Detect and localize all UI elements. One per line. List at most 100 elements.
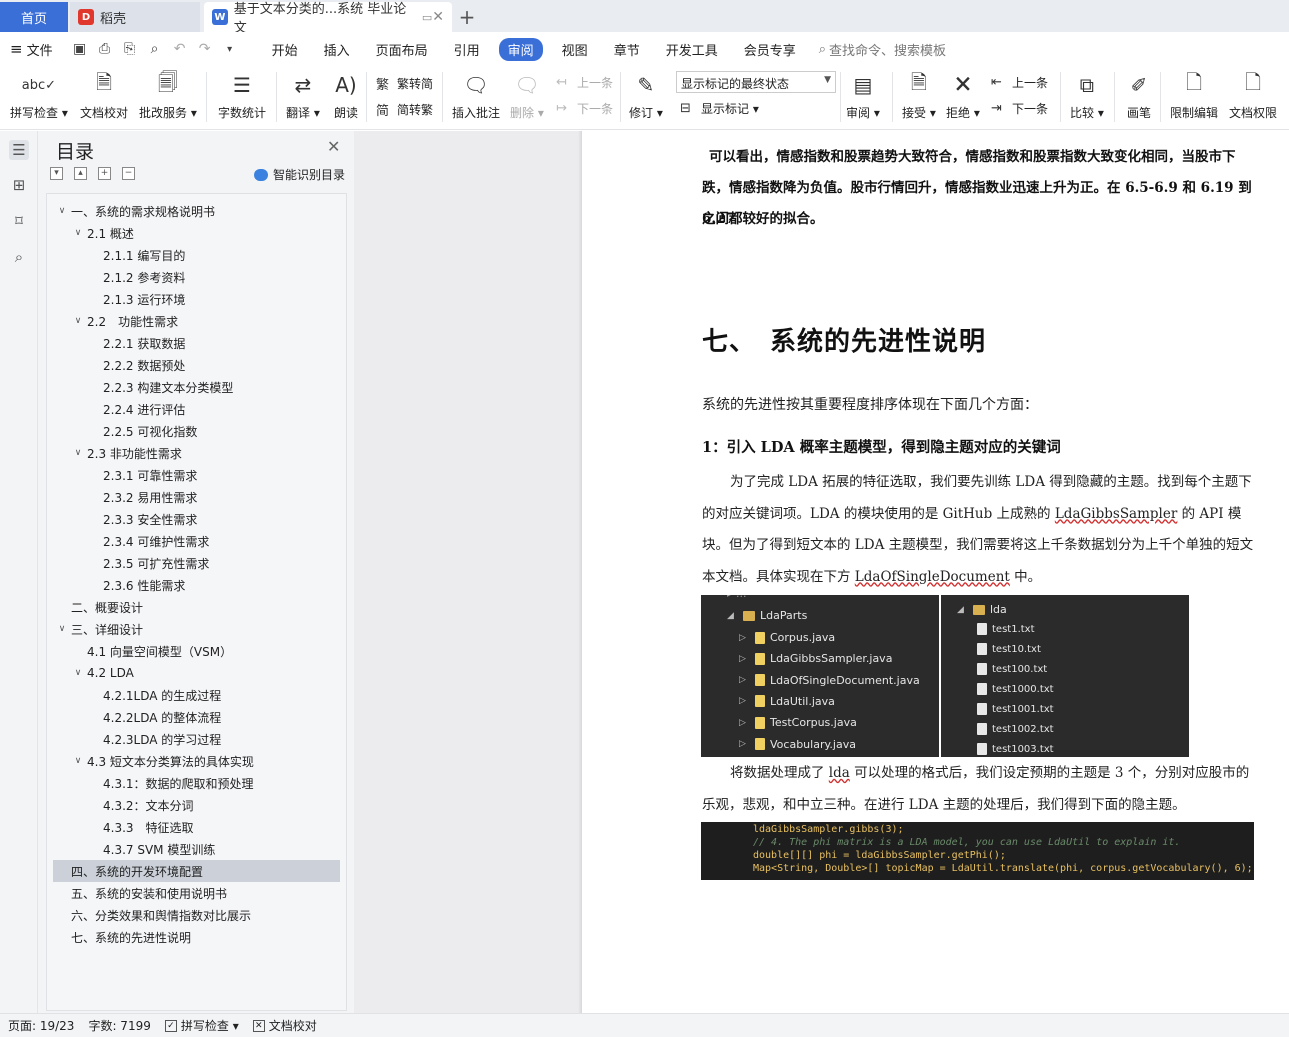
toc-item[interactable]: 七、系统的先进性说明 (47, 926, 346, 948)
tab-home[interactable]: 首页 (0, 2, 68, 32)
export-pdf-icon[interactable]: ⎙ (96, 40, 114, 58)
toc-item[interactable]: 4.3.2：文本分词 (47, 794, 346, 816)
toc-item[interactable]: 4.3.1：数据的爬取和预处理 (47, 772, 346, 794)
chevron-down-icon[interactable]: ∨ (71, 668, 85, 678)
markup-state-select[interactable]: 显示标记的最终状态 ▼ (676, 71, 836, 93)
toc-panel-icon[interactable]: ☰ (9, 140, 29, 160)
status-spell-check[interactable]: ✓ 拼写检查 ▾ (164, 1017, 239, 1034)
toc-item[interactable]: 2.3.5 可扩充性需求 (47, 552, 346, 574)
menu-page-layout[interactable]: 页面布局 (376, 40, 428, 59)
trad-to-simp-button[interactable]: 繁 繁转简 (376, 74, 433, 93)
restrict-edit-button[interactable]: 🗋 限制编辑 (1170, 66, 1218, 121)
file-menu[interactable]: ≡ 文件 (10, 40, 53, 59)
chapter-nav-icon[interactable]: ⊞ (9, 175, 29, 195)
compare-button[interactable]: ⧉ 比较 ▾ (1070, 66, 1104, 121)
accept-button[interactable]: 🗎 接受 ▾ (902, 66, 936, 121)
toc-item[interactable]: 4.2.1LDA 的生成过程 (47, 684, 346, 706)
toc-item[interactable]: 2.3.3 安全性需求 (47, 508, 346, 530)
document-page[interactable]: 可以看出，情感指数和股票趋势大致符合，情感指数和股票指数大致变化相同，当股市下 … (582, 131, 1289, 1013)
reject-button[interactable]: 🗙 拒绝 ▾ (946, 66, 980, 121)
tab-daoke[interactable]: D 稻壳 (70, 2, 200, 32)
prev-comment-button[interactable]: ↤ 上一条 (556, 74, 613, 91)
review-pane-button[interactable]: ▤ 审阅 ▾ (846, 66, 880, 121)
toc-item[interactable]: 4.1 向量空间模型（VSM） (47, 640, 346, 662)
toc-item[interactable]: 四、系统的开发环境配置 (53, 860, 340, 882)
show-markup-button[interactable]: ⊟ 显示标记 ▾ (680, 100, 759, 117)
menu-view[interactable]: 视图 (562, 40, 588, 59)
chevron-down-icon[interactable]: ∨ (55, 624, 69, 634)
chevron-down-icon[interactable]: ∨ (55, 206, 69, 216)
word-count-indicator[interactable]: 字数: 7199 (88, 1017, 150, 1034)
quick-access-dropdown-icon[interactable]: ▾ (221, 40, 239, 58)
tab-document[interactable]: W 基于文本分类的...系统 毕业论文 ▭ ✕ (204, 2, 452, 36)
menu-member[interactable]: 会员专享 (744, 40, 796, 59)
toc-item[interactable]: 2.2.2 数据预处 (47, 354, 346, 376)
toc-item[interactable]: ∨ 三、详细设计 (47, 618, 346, 640)
menu-start[interactable]: 开始 (272, 40, 298, 59)
toc-item[interactable]: 2.3.4 可维护性需求 (47, 530, 346, 552)
find-icon[interactable]: ⌕ (9, 247, 29, 267)
chevron-down-icon[interactable]: ∨ (71, 228, 85, 238)
menu-references[interactable]: 引用 (454, 40, 480, 59)
doc-permission-button[interactable]: 🗋 文档权限 (1229, 66, 1277, 121)
word-count-button[interactable]: ☰ 字数统计 (218, 66, 266, 121)
toc-item[interactable]: 4.3.3 特征选取 (47, 816, 346, 838)
close-icon[interactable]: ✕ (327, 137, 340, 156)
batch-service-button[interactable]: 🗐 批改服务 ▾ (139, 66, 197, 121)
toc-item[interactable]: 五、系统的安装和使用说明书 (47, 882, 346, 904)
toc-item[interactable]: 2.2.1 获取数据 (47, 332, 346, 354)
pen-button[interactable]: ✐ 画笔 (1124, 66, 1154, 121)
translate-button[interactable]: ⇄ 翻译 ▾ (286, 66, 320, 121)
toc-item[interactable]: 六、分类效果和舆情指数对比展示 (47, 904, 346, 926)
status-doc-proof[interactable]: ✕ 文档校对 (252, 1017, 317, 1034)
collapse-all-icon[interactable]: ▾ (50, 167, 63, 180)
chevron-down-icon[interactable]: ∨ (71, 316, 85, 326)
add-tab-button[interactable]: + (452, 2, 482, 32)
smart-toc-button[interactable]: 智能识别目录 (254, 166, 345, 183)
read-aloud-button[interactable]: A) 朗读 (331, 66, 361, 121)
toc-item[interactable]: ∨ 4.2 LDA (47, 662, 346, 684)
delete-comment-button[interactable]: 🗨 删除 ▾ (510, 66, 544, 121)
menu-section[interactable]: 章节 (614, 40, 640, 59)
print-icon[interactable]: ⎘ (121, 40, 139, 58)
prev-change-button[interactable]: ⇤ 上一条 (991, 74, 1048, 91)
menu-developer[interactable]: 开发工具 (666, 40, 718, 59)
add-level-icon[interactable]: + (98, 167, 111, 180)
toc-item[interactable]: 2.3.6 性能需求 (47, 574, 346, 596)
toc-item[interactable]: 2.1.3 运行环境 (47, 288, 346, 310)
expand-all-icon[interactable]: ▴ (74, 167, 87, 180)
toc-item[interactable]: ∨ 2.1 概述 (47, 222, 346, 244)
window-mode-icon[interactable]: ▭ (422, 11, 432, 24)
save-icon[interactable]: ▣ (71, 40, 89, 58)
toc-item[interactable]: 4.2.3LDA 的学习过程 (47, 728, 346, 750)
toc-item[interactable]: 2.3.1 可靠性需求 (47, 464, 346, 486)
toc-item[interactable]: 2.2.3 构建文本分类模型 (47, 376, 346, 398)
toc-item[interactable]: 2.3.2 易用性需求 (47, 486, 346, 508)
toc-item[interactable]: 2.2.5 可视化指数 (47, 420, 346, 442)
next-comment-button[interactable]: ↦ 下一条 (556, 100, 613, 117)
toc-item[interactable]: ∨ 2.2 功能性需求 (47, 310, 346, 332)
doc-proof-button[interactable]: 🗎 文档校对 (80, 66, 128, 121)
next-change-button[interactable]: ⇥ 下一条 (991, 100, 1048, 117)
toc-item[interactable]: ∨ 4.3 短文本分类算法的具体实现 (47, 750, 346, 772)
toc-item[interactable]: ∨ 2.3 非功能性需求 (47, 442, 346, 464)
remove-level-icon[interactable]: − (122, 167, 135, 180)
toc-item[interactable]: 4.3.7 SVM 模型训练 (47, 838, 346, 860)
bookmark-icon[interactable]: ⌑ (9, 211, 29, 231)
toc-item[interactable]: 2.1.1 编写目的 (47, 244, 346, 266)
command-search[interactable]: ⌕ 查找命令、搜索模板 (819, 40, 946, 59)
menu-insert[interactable]: 插入 (324, 40, 350, 59)
insert-comment-button[interactable]: 🗨 插入批注 (452, 66, 500, 121)
toc-item[interactable]: 2.1.2 参考资料 (47, 266, 346, 288)
undo-icon[interactable]: ↶ (171, 40, 189, 58)
spell-check-button[interactable]: abc✓ 拼写检查 ▾ (10, 66, 68, 121)
menu-review[interactable]: 审阅 (498, 37, 543, 61)
page-indicator[interactable]: 页面: 19/23 (8, 1017, 74, 1034)
simp-to-trad-button[interactable]: 简 简转繁 (376, 100, 433, 119)
toc-item[interactable]: ∨ 一、系统的需求规格说明书 (47, 200, 346, 222)
close-tab-icon[interactable]: ✕ (432, 9, 444, 25)
chevron-down-icon[interactable]: ∨ (71, 756, 85, 766)
chevron-down-icon[interactable]: ∨ (71, 448, 85, 458)
toc-item[interactable]: 2.2.4 进行评估 (47, 398, 346, 420)
track-changes-button[interactable]: ✎ 修订 ▾ (629, 66, 663, 121)
